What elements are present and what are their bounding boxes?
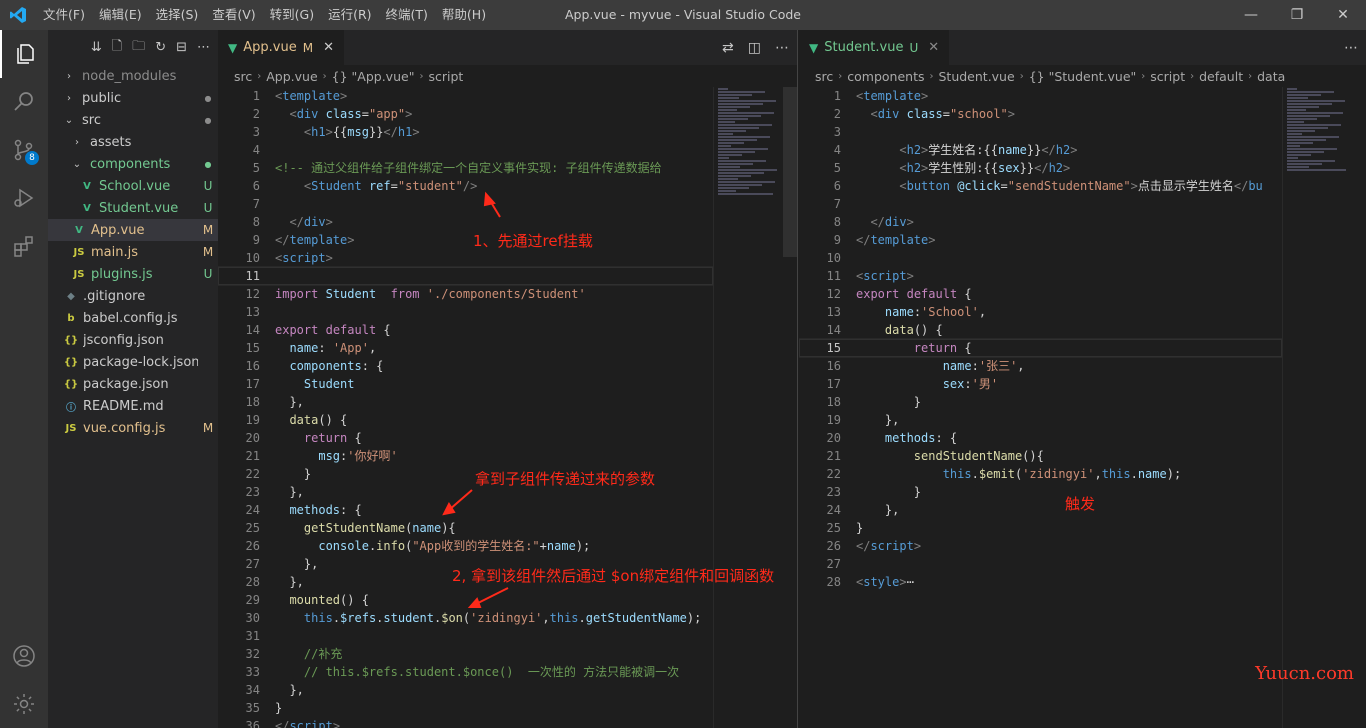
watermark: Yuucn.com [1255, 663, 1354, 684]
annotation-arrows [442, 191, 509, 608]
